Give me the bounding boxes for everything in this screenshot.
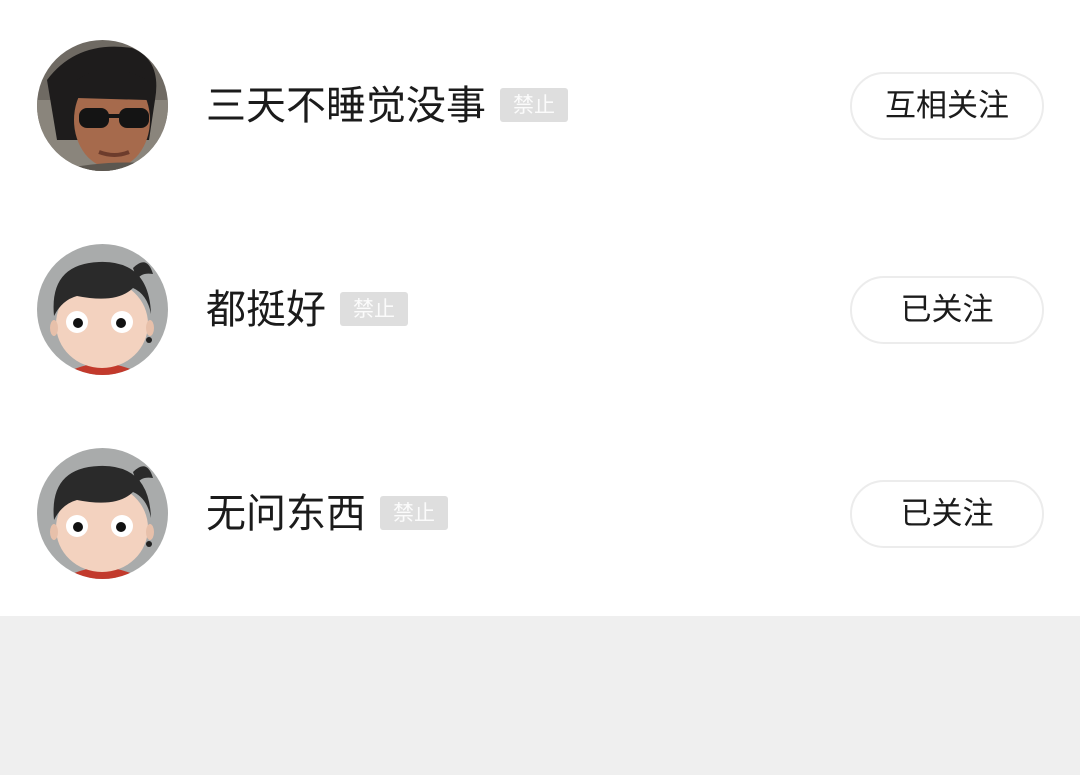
empty-background-area [0,616,1080,775]
mutual-follow-button[interactable]: 互相关注 [850,72,1044,140]
username-text[interactable]: 无问东西 [206,491,366,537]
following-list: 三天不睡觉没事 禁止 互相关注 都挺好 禁止 已关注 无问东西 禁止 已关注 [0,0,1080,616]
username[interactable]: 三天不睡觉没事 禁止 [206,80,568,132]
following-button[interactable]: 已关注 [850,480,1044,548]
username-text[interactable]: 都挺好 [206,287,326,333]
following-button[interactable]: 已关注 [850,276,1044,344]
avatar[interactable] [37,448,168,579]
banned-badge: 禁止 [380,496,448,530]
cartoon-avatar-icon [37,244,168,375]
cartoon-avatar-icon [37,448,168,579]
banned-badge: 禁止 [500,88,568,122]
username[interactable]: 都挺好 禁止 [206,284,408,336]
username-text[interactable]: 三天不睡觉没事 [206,83,486,129]
banned-badge: 禁止 [340,292,408,326]
list-item[interactable]: 都挺好 禁止 已关注 [0,204,1080,408]
photo-avatar-icon [37,40,168,171]
avatar[interactable] [37,40,168,171]
list-item[interactable]: 无问东西 禁止 已关注 [0,408,1080,612]
username[interactable]: 无问东西 禁止 [206,488,448,540]
list-item[interactable]: 三天不睡觉没事 禁止 互相关注 [0,0,1080,204]
avatar[interactable] [37,244,168,375]
